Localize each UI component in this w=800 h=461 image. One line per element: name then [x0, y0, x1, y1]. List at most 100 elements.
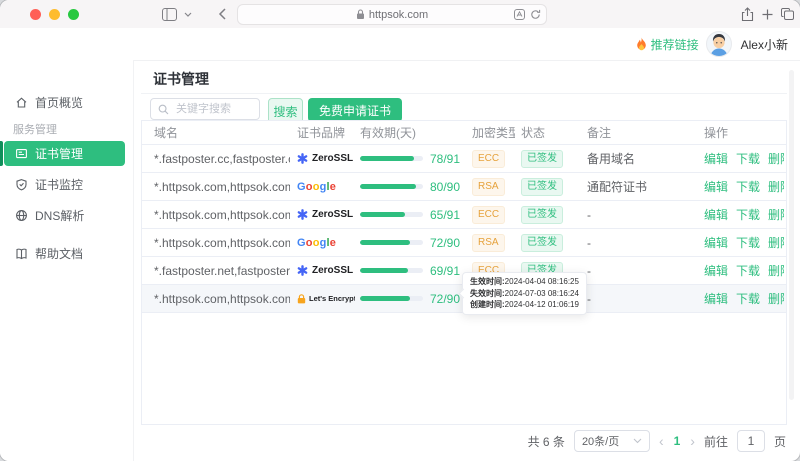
edit-link[interactable]: 编辑 — [704, 206, 728, 223]
sidebar-item-cert-monitor[interactable]: 证书监控 — [15, 172, 83, 196]
table-row[interactable]: *.fastposter.cc,fastposter.cc ZeroSSL 78… — [142, 145, 786, 173]
search-box — [150, 98, 260, 120]
scrollbar-track[interactable] — [789, 70, 794, 400]
col-header-validity: 有效期(天) — [355, 124, 460, 141]
delete-link[interactable]: 删除 — [768, 234, 784, 251]
table-row[interactable]: *.httpsok.com,httpsok.com Google 72/90 R… — [142, 229, 786, 257]
shield-icon — [15, 178, 28, 191]
letsencrypt-icon — [297, 294, 306, 304]
translate-icon[interactable] — [514, 9, 525, 20]
cell-remark: - — [579, 264, 698, 278]
cell-remark: - — [579, 292, 698, 306]
edit-link[interactable]: 编辑 — [704, 150, 728, 167]
prev-page-button[interactable]: ‹ — [659, 434, 664, 448]
sidebar-divider — [133, 60, 134, 461]
pagination: 共 6 条 20条/页 ‹ 1 › 前往 页 — [528, 430, 786, 452]
sidebar: 首页概览 服务管理 证书管理 证书监控 DNS解析 帮助文档 — [0, 28, 133, 461]
delete-link[interactable]: 删除 — [768, 262, 784, 279]
validity-progress — [360, 268, 423, 273]
download-link[interactable]: 下载 — [736, 206, 760, 223]
username[interactable]: Alex小新 — [741, 36, 788, 53]
minimize-window-button[interactable] — [49, 9, 60, 20]
download-link[interactable]: 下载 — [736, 178, 760, 195]
goto-page-input[interactable] — [737, 430, 765, 452]
certificate-icon — [15, 147, 28, 160]
url-text: httpsok.com — [369, 9, 428, 21]
back-icon[interactable] — [218, 0, 226, 28]
book-icon — [15, 247, 28, 260]
encryption-badge: RSA — [472, 178, 505, 196]
edit-link[interactable]: 编辑 — [704, 290, 728, 307]
current-page[interactable]: 1 — [674, 434, 681, 448]
apply-cert-button[interactable]: 免费申请证书 — [308, 98, 402, 122]
encryption-badge: ECC — [472, 150, 505, 168]
browser-chrome: httpsok.com — [0, 0, 800, 29]
edit-link[interactable]: 编辑 — [704, 262, 728, 279]
edit-link[interactable]: 编辑 — [704, 234, 728, 251]
status-badge: 已签发 — [521, 206, 563, 224]
delete-link[interactable]: 删除 — [768, 178, 784, 195]
validity-progress — [360, 212, 423, 217]
download-link[interactable]: 下载 — [736, 234, 760, 251]
col-header-remark: 备注 — [579, 124, 698, 141]
validity-progress — [360, 184, 423, 189]
download-link[interactable]: 下载 — [736, 262, 760, 279]
cell-remark: - — [579, 208, 698, 222]
home-icon — [15, 96, 28, 109]
status-badge: 已签发 — [521, 178, 563, 196]
col-header-encryption: 加密类型 — [460, 124, 515, 141]
active-indicator — [0, 141, 3, 166]
sidebar-item-cert-manage[interactable]: 证书管理 — [4, 141, 125, 166]
globe-icon — [15, 209, 28, 222]
next-page-button[interactable]: › — [690, 434, 695, 448]
sidebar-item-dns[interactable]: DNS解析 — [15, 203, 84, 227]
sidebar-item-home[interactable]: 首页概览 — [15, 90, 83, 114]
zoom-window-button[interactable] — [68, 9, 79, 20]
new-tab-icon[interactable] — [762, 0, 773, 28]
edit-link[interactable]: 编辑 — [704, 178, 728, 195]
table-header: 域名 证书品牌 有效期(天) 加密类型 状态 备注 操作 — [142, 121, 786, 145]
table-row[interactable]: *.httpsok.com,httpsok.com ZeroSSL 65/91 … — [142, 201, 786, 229]
cell-domain: *.httpsok.com,httpsok.com — [142, 180, 290, 194]
delete-link[interactable]: 删除 — [768, 290, 784, 307]
table-row[interactable]: *.httpsok.com,httpsok.com Google 80/90 R… — [142, 173, 786, 201]
cell-remark: 备用域名 — [579, 150, 698, 167]
page-unit-label: 页 — [774, 433, 786, 450]
search-input[interactable] — [174, 102, 258, 116]
sidebar-toggle-icon[interactable] — [162, 0, 177, 28]
cell-domain: *.httpsok.com,httpsok.com — [142, 236, 290, 250]
total-count: 共 6 条 — [528, 433, 565, 450]
address-bar[interactable]: httpsok.com — [237, 4, 547, 25]
zerossl-icon — [297, 265, 308, 276]
page-size-select[interactable]: 20条/页 — [574, 430, 650, 452]
tab-overview-icon[interactable] — [781, 0, 794, 28]
cell-validity: 69/91 — [355, 264, 460, 278]
delete-link[interactable]: 删除 — [768, 150, 784, 167]
search-icon — [158, 104, 169, 115]
col-header-action: 操作 — [698, 124, 784, 141]
share-icon[interactable] — [741, 0, 754, 28]
google-logo: Google — [297, 237, 336, 249]
cell-brand: ZeroSSL — [290, 153, 355, 164]
cell-brand: Google — [290, 237, 355, 249]
sidebar-item-docs[interactable]: 帮助文档 — [15, 241, 83, 265]
close-window-button[interactable] — [30, 9, 41, 20]
cell-remark: - — [579, 236, 698, 250]
title-divider — [141, 93, 787, 94]
cell-domain: *.fastposter.net,fastposter.net — [142, 264, 290, 278]
download-link[interactable]: 下载 — [736, 150, 760, 167]
cell-domain: *.httpsok.com,httpsok.com — [142, 292, 290, 306]
zerossl-icon — [297, 209, 308, 220]
goto-label: 前往 — [704, 433, 728, 450]
chevron-down-icon — [633, 438, 642, 444]
cell-brand: ZeroSSL — [290, 265, 355, 276]
promo-link[interactable]: 推荐链接 — [636, 36, 699, 53]
download-link[interactable]: 下载 — [736, 290, 760, 307]
sidebar-section-label: 服务管理 — [13, 122, 57, 138]
refresh-icon[interactable] — [530, 9, 541, 20]
window-controls — [30, 9, 79, 20]
encryption-badge: RSA — [472, 234, 505, 252]
avatar[interactable] — [706, 31, 732, 57]
delete-link[interactable]: 删除 — [768, 206, 784, 223]
chevron-down-icon[interactable] — [184, 0, 192, 28]
